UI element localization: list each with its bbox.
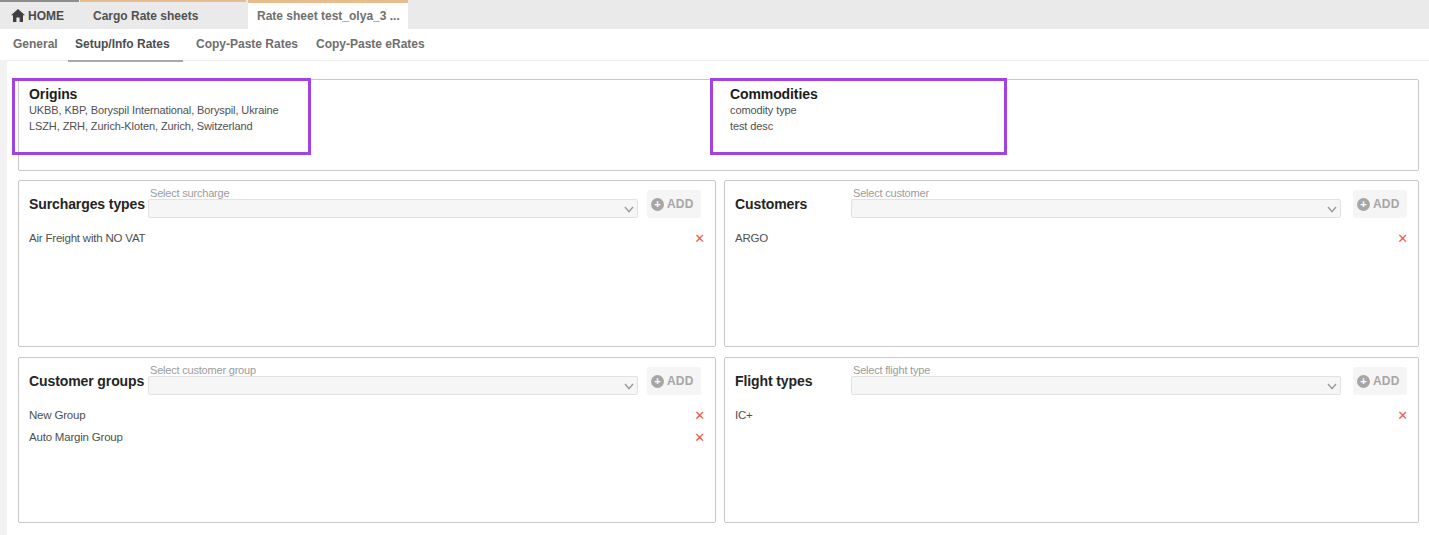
home-icon bbox=[11, 9, 25, 22]
remove-icon[interactable] bbox=[1397, 232, 1408, 245]
add-button-label: ADD bbox=[667, 197, 694, 211]
list-item-label: IC+ bbox=[735, 409, 753, 421]
tab-home-label: HOME bbox=[28, 9, 64, 23]
active-nav-underline bbox=[68, 60, 183, 62]
add-plus-icon bbox=[1357, 198, 1370, 211]
list-item-label: Air Freight with NO VAT bbox=[29, 232, 145, 244]
select-label: Select flight type bbox=[853, 364, 930, 376]
select-label: Select customer bbox=[853, 187, 929, 199]
commodities-annotation-box bbox=[710, 78, 1007, 155]
flight-types-panel: Flight types Select flight type ADD IC+ bbox=[724, 357, 1419, 523]
list-item: IC+ bbox=[735, 404, 1408, 426]
list-item: ARGO bbox=[735, 227, 1408, 249]
add-button-label: ADD bbox=[667, 374, 694, 388]
tab-cargo-label: Cargo Rate sheets bbox=[93, 9, 198, 23]
sub-nav: General Setup/Info Rates Copy-Paste Rate… bbox=[0, 29, 1429, 61]
list-item: New Group bbox=[29, 404, 705, 426]
list-item-label: ARGO bbox=[735, 232, 768, 244]
chevron-down-icon bbox=[1327, 206, 1337, 213]
panel-title: Surcharges types bbox=[29, 195, 145, 213]
add-button[interactable]: ADD bbox=[647, 367, 701, 395]
chevron-down-icon bbox=[624, 383, 634, 390]
surcharge-select[interactable] bbox=[148, 199, 638, 218]
add-button-label: ADD bbox=[1373, 197, 1400, 211]
add-button[interactable]: ADD bbox=[647, 190, 701, 218]
tab-cargo-rate-sheets[interactable]: Cargo Rate sheets bbox=[80, 0, 246, 29]
origins-annotation-box bbox=[12, 78, 311, 155]
panel-title: Customers bbox=[735, 195, 807, 213]
add-plus-icon bbox=[651, 375, 664, 388]
remove-icon[interactable] bbox=[694, 409, 705, 422]
nav-copy-paste-erates[interactable]: Copy-Paste eRates bbox=[316, 29, 425, 59]
panel-title: Flight types bbox=[735, 372, 812, 390]
tab-home[interactable]: HOME bbox=[0, 0, 79, 29]
add-button[interactable]: ADD bbox=[1353, 190, 1407, 218]
nav-copy-paste-rates[interactable]: Copy-Paste Rates bbox=[196, 29, 298, 59]
list-item: Auto Margin Group bbox=[29, 426, 705, 448]
remove-icon[interactable] bbox=[694, 232, 705, 245]
add-plus-icon bbox=[1357, 375, 1370, 388]
add-button-label: ADD bbox=[1373, 374, 1400, 388]
select-label: Select customer group bbox=[150, 364, 256, 376]
tab-rate-sheet[interactable]: Rate sheet test_olya_3 ... bbox=[248, 0, 408, 29]
panel-title: Customer groups bbox=[29, 372, 144, 390]
tab-rate-sheet-label: Rate sheet test_olya_3 ... bbox=[257, 9, 400, 23]
customer-group-select[interactable] bbox=[148, 376, 638, 395]
window-tab-bar: HOME Cargo Rate sheets Rate sheet test_o… bbox=[0, 0, 1429, 29]
select-label: Select surcharge bbox=[150, 187, 229, 199]
chevron-down-icon bbox=[1327, 383, 1337, 390]
customer-select[interactable] bbox=[851, 199, 1341, 218]
flight-type-select[interactable] bbox=[851, 376, 1341, 395]
customer-groups-panel: Customer groups Select customer group AD… bbox=[18, 357, 716, 523]
nav-setup-info-rates[interactable]: Setup/Info Rates bbox=[75, 29, 170, 59]
add-plus-icon bbox=[651, 198, 664, 211]
list-item-label: New Group bbox=[29, 409, 85, 421]
add-button[interactable]: ADD bbox=[1353, 367, 1407, 395]
list-item: Air Freight with NO VAT bbox=[29, 227, 705, 249]
customers-panel: Customers Select customer ADD ARGO bbox=[724, 180, 1419, 347]
chevron-down-icon bbox=[624, 206, 634, 213]
left-edge-strip bbox=[0, 60, 7, 535]
nav-general[interactable]: General bbox=[13, 29, 58, 59]
list-item-label: Auto Margin Group bbox=[29, 431, 123, 443]
remove-icon[interactable] bbox=[1397, 409, 1408, 422]
remove-icon[interactable] bbox=[694, 431, 705, 444]
surcharges-types-panel: Surcharges types Select surcharge ADD Ai… bbox=[18, 180, 716, 347]
